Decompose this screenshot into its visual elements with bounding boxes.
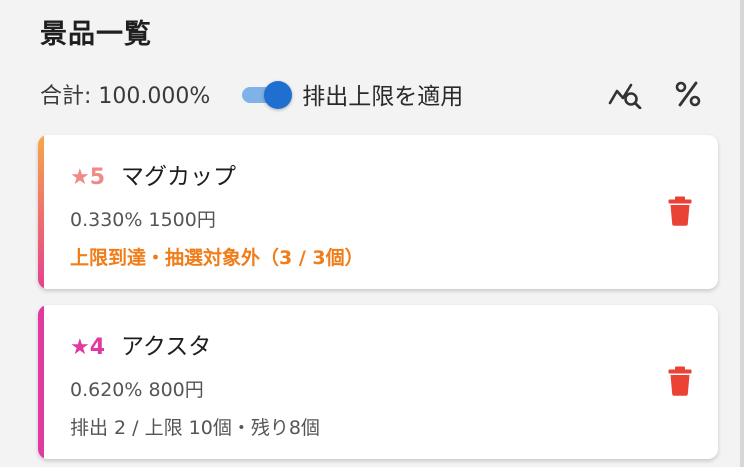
prize-name: アクスタ (121, 334, 212, 360)
prize-list-panel: 景品一覧 合計: 100.000% 排出上限を適用 ★5 マグカップ 0.330… (0, 0, 744, 467)
analytics-button[interactable] (606, 74, 646, 114)
summary-row: 合計: 100.000% 排出上限を適用 (40, 74, 710, 114)
rarity-stars: ★4 (70, 335, 106, 360)
analytics-icon (608, 83, 642, 109)
prize-name-row: ★4 アクスタ (70, 327, 211, 361)
prize-name-row: ★5 マグカップ (70, 157, 236, 191)
rarity-accent-bar (38, 135, 44, 289)
limit-toggle-label: 排出上限を適用 (302, 84, 464, 110)
prize-card[interactable]: ★5 マグカップ 0.330% 1500円 上限到達・抽選対象外（3 / 3個） (38, 135, 718, 289)
delete-button[interactable] (662, 193, 698, 229)
page-title: 景品一覧 (40, 19, 152, 50)
trash-icon (668, 366, 692, 396)
trash-icon (668, 196, 692, 226)
prize-status: 上限到達・抽選対象外（3 / 3個） (70, 247, 364, 269)
percent-button[interactable] (668, 74, 708, 114)
scrollbar-track[interactable] (740, 0, 744, 467)
limit-toggle-switch[interactable] (240, 78, 294, 110)
prize-name: マグカップ (121, 164, 237, 190)
prize-rate-price: 0.620% 800円 (70, 379, 204, 401)
percent-icon (675, 81, 701, 107)
prize-rate-price: 0.330% 1500円 (70, 209, 216, 231)
delete-button[interactable] (662, 363, 698, 399)
prize-status: 排出 2 / 上限 10個・残り8個 (70, 417, 320, 439)
toggle-thumb (264, 81, 293, 109)
prize-card[interactable]: ★4 アクスタ 0.620% 800円 排出 2 / 上限 10個・残り8個 (38, 305, 718, 459)
rarity-stars: ★5 (70, 165, 106, 190)
total-probability: 合計: 100.000% (40, 84, 211, 109)
rarity-accent-bar (38, 305, 44, 459)
